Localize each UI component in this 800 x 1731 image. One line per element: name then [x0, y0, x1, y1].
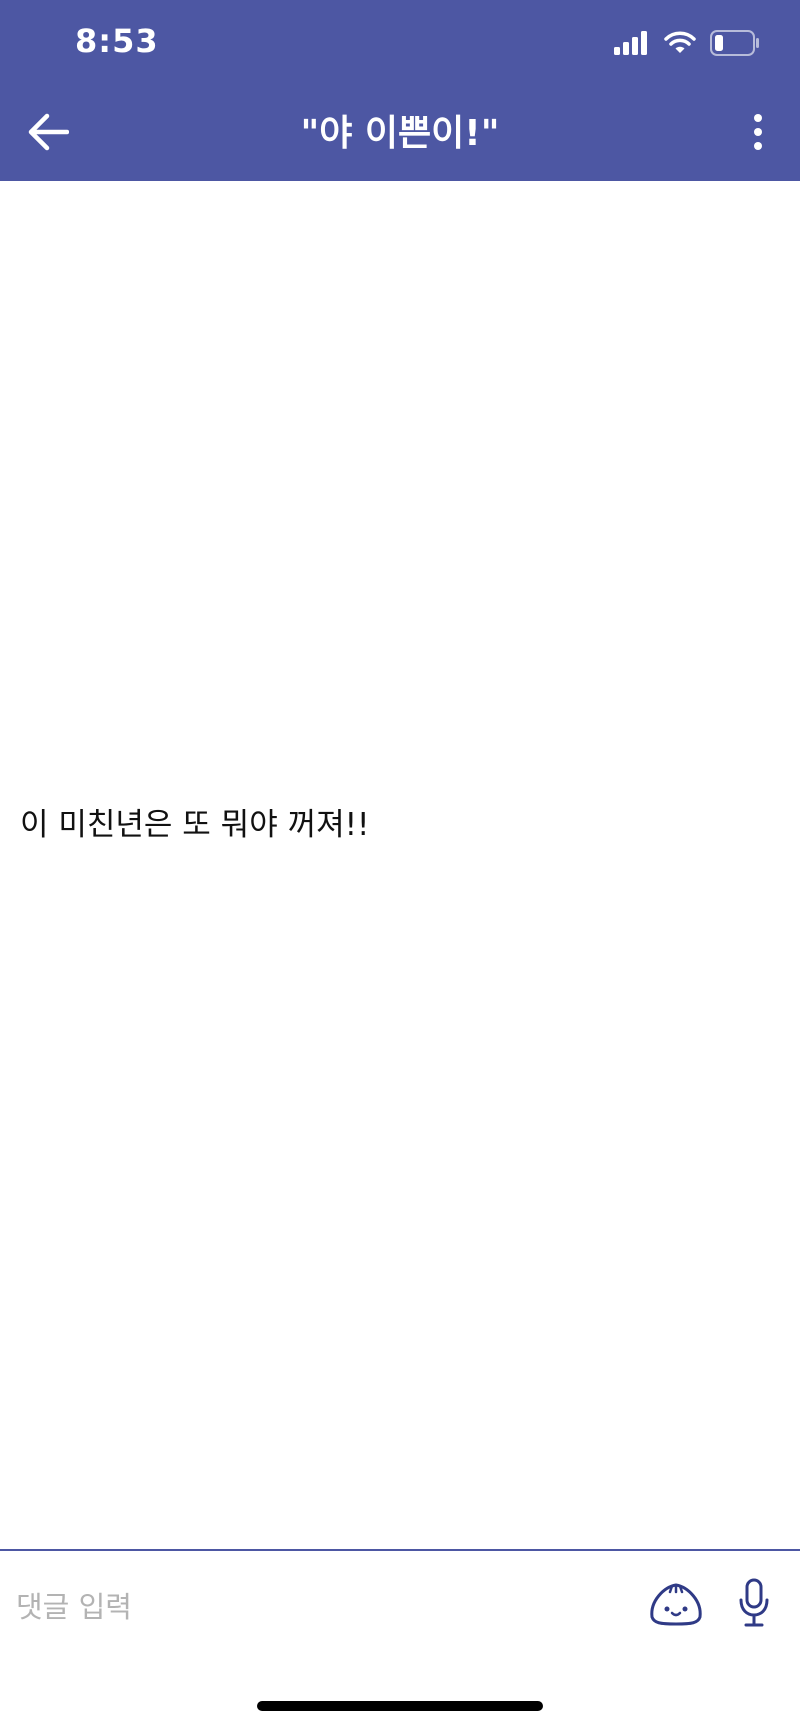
comment-input[interactable]: [16, 1577, 616, 1637]
vertical-dots-icon: [753, 114, 763, 154]
comment-bar: [0, 1549, 800, 1669]
status-bar: 8:53: [0, 0, 800, 90]
dumpling-face-icon: [648, 1579, 704, 1631]
emoji-button[interactable]: [646, 1577, 706, 1633]
status-icons: [614, 30, 760, 60]
post-content: 이 미친년은 또 뭐야 꺼져!!: [0, 181, 800, 1550]
wifi-icon: [664, 31, 696, 59]
microphone-icon: [737, 1578, 771, 1632]
cellular-signal-icon: [614, 31, 650, 59]
app-header: 8:53 "야 이쁜이!": [0, 0, 800, 181]
more-options-button[interactable]: [738, 108, 778, 160]
post-text: 이 미친년은 또 뭐야 꺼져!!: [20, 807, 370, 843]
arrow-left-icon: [27, 113, 70, 155]
screen: 8:53 "야 이쁜이!" 이 미친년은 또 뭐야 꺼져!! 댓글 입력: [0, 0, 800, 1731]
home-indicator: [257, 1701, 543, 1711]
navbar: "야 이쁜이!": [0, 90, 800, 181]
microphone-button[interactable]: [728, 1573, 780, 1637]
back-button[interactable]: [22, 108, 74, 160]
battery-icon: [710, 30, 760, 60]
page-title: "야 이쁜이!": [300, 113, 500, 154]
status-time: 8:53: [75, 22, 159, 60]
